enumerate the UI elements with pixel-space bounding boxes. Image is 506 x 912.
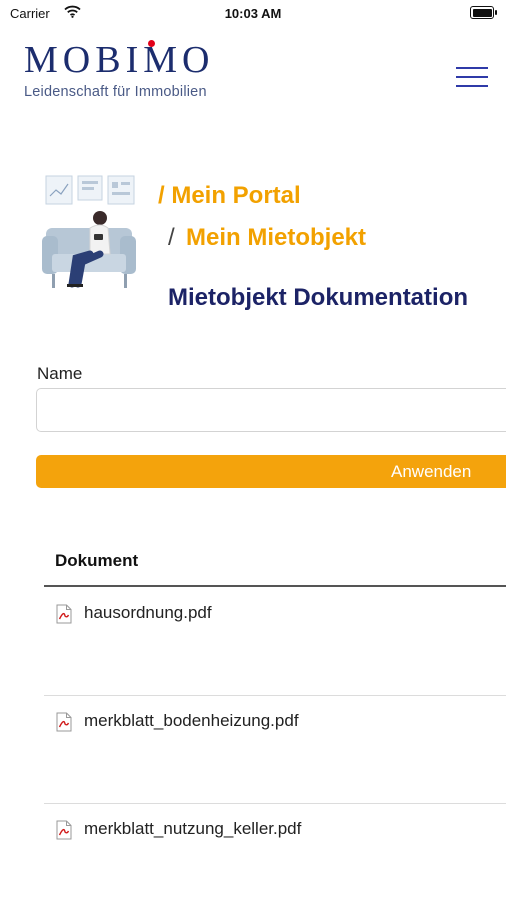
document-link[interactable]: merkblatt_nutzung_keller.pdf (84, 819, 301, 839)
document-column-header: Dokument (55, 551, 139, 570)
breadcrumb-separator: / (168, 224, 175, 251)
battery-icon (470, 6, 497, 19)
mobimo-logo: MOBIMO Leidenschaft für Immobilien (24, 38, 214, 100)
portal-illustration (42, 175, 136, 288)
menu-line (456, 76, 488, 78)
apply-filter-button[interactable]: Anwenden (36, 455, 506, 488)
breadcrumb-mein-mietobjekt-link[interactable]: Mein Mietobjekt (186, 224, 366, 252)
hamburger-menu-button[interactable] (452, 62, 492, 92)
page-title: Mietobjekt Dokumentation (168, 284, 469, 311)
menu-line (456, 67, 488, 69)
document-link[interactable]: merkblatt_bodenheizung.pdf (84, 711, 299, 731)
logo-dot (148, 40, 155, 47)
menu-line (456, 85, 488, 87)
breadcrumb-mein-portal-link[interactable]: / Mein Portal (158, 182, 301, 210)
name-filter-input[interactable] (36, 388, 506, 432)
name-filter-label: Name (37, 364, 83, 383)
table-row[interactable]: merkblatt_bodenheizung.pdf (44, 696, 506, 804)
pdf-file-icon (56, 712, 72, 732)
pdf-file-icon (56, 604, 72, 624)
logo-tagline: Leidenschaft für Immobilien (24, 84, 207, 100)
document-link[interactable]: hausordnung.pdf (84, 603, 212, 623)
status-time: 10:03 AM (224, 6, 282, 21)
table-header-divider (44, 585, 506, 587)
table-row[interactable]: hausordnung.pdf (44, 588, 506, 696)
logo-wordmark: MOBIMO (24, 39, 215, 81)
table-row[interactable]: merkblatt_nutzung_keller.pdf (44, 804, 506, 912)
status-bar: Carrier 10:03 AM (0, 0, 506, 26)
pdf-file-icon (56, 820, 72, 840)
